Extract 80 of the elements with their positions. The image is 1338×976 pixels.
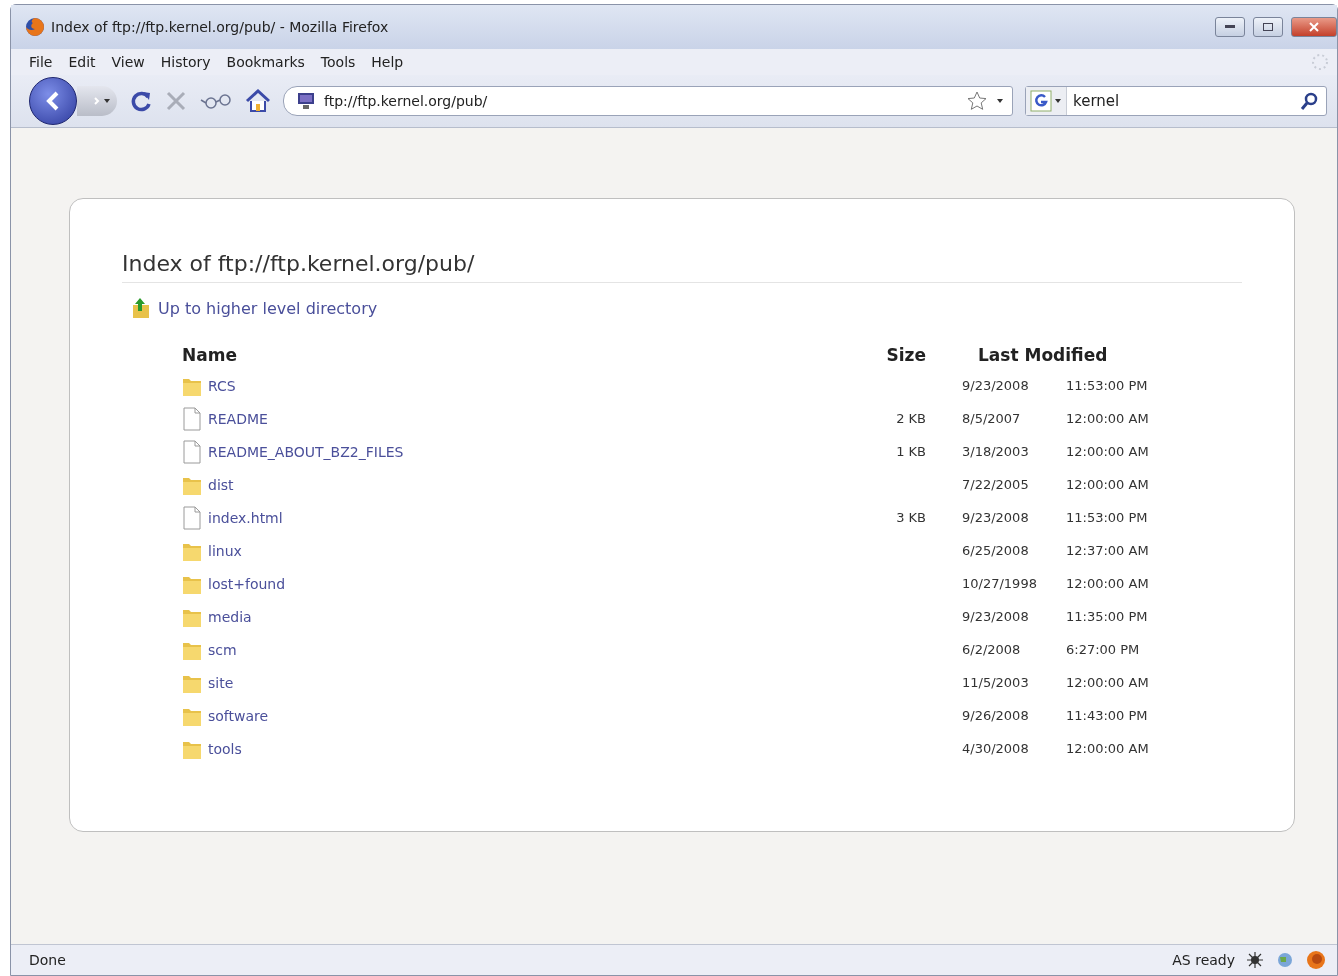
minimize-button[interactable] xyxy=(1215,17,1245,37)
minimize-icon xyxy=(1225,25,1235,29)
date-cell-text: 11/5/2003 xyxy=(962,675,1030,690)
file-link[interactable]: site xyxy=(208,674,234,691)
search-field[interactable]: kernel xyxy=(1025,86,1327,116)
page-heading: Index of ftp://ftp.kernel.org/pub/ xyxy=(122,251,1242,283)
status-text: Done xyxy=(29,952,67,968)
menu-item[interactable]: Help xyxy=(371,54,404,70)
date-cell-text: 9/23/2008 xyxy=(962,609,1030,624)
file-link[interactable]: tools xyxy=(208,740,242,757)
caret-icon[interactable] xyxy=(1054,98,1062,104)
column-header: Name xyxy=(182,345,238,367)
time-cell-text: 11:43:00 PM xyxy=(1066,708,1149,723)
g-logo-icon[interactable] xyxy=(1030,90,1052,112)
time-cell-text: 11:53:00 PM xyxy=(1066,378,1149,393)
maximize-button[interactable] xyxy=(1253,17,1283,37)
column-header: Size xyxy=(885,345,927,367)
file-link[interactable]: index.html xyxy=(208,509,283,526)
star-icon[interactable] xyxy=(966,90,988,112)
file-link[interactable]: media xyxy=(208,608,252,625)
menu-item[interactable]: View xyxy=(111,54,145,70)
url-text: ftp://ftp.kernel.org/pub/ xyxy=(324,93,489,109)
menu-item[interactable]: Tools xyxy=(320,54,356,70)
menu-item[interactable]: Bookmarks xyxy=(226,54,305,70)
close-button[interactable] xyxy=(1291,17,1337,37)
firefox-logo-icon xyxy=(25,17,45,37)
time-cell-text: 11:35:00 PM xyxy=(1066,609,1149,624)
throbber-icon xyxy=(1311,53,1329,71)
time-cell-text: 6:27:00 PM xyxy=(1066,642,1141,657)
address-bar[interactable]: ftp://ftp.kernel.org/pub/ xyxy=(283,86,1013,116)
maximize-icon xyxy=(1263,23,1273,31)
search-icon[interactable] xyxy=(1300,91,1320,111)
home-icon[interactable] xyxy=(245,89,271,113)
date-cell-text: 10/27/1998 xyxy=(962,576,1038,591)
time-cell-text: 12:00:00 AM xyxy=(1066,675,1150,690)
file-link[interactable]: RCS xyxy=(208,377,236,394)
time-cell-text: 12:00:00 AM xyxy=(1066,477,1150,492)
menu-item[interactable]: File xyxy=(29,54,53,70)
reload-icon[interactable] xyxy=(129,89,153,113)
size-cell-text: 2 KB xyxy=(895,411,927,426)
close-icon xyxy=(1309,22,1319,32)
file-icon xyxy=(182,505,202,530)
forward-caret-icon xyxy=(93,97,111,105)
file-link[interactable]: software xyxy=(208,707,269,724)
menu-item[interactable]: Edit xyxy=(68,54,96,70)
file-link[interactable]: README_ABOUT_BZ2_FILES xyxy=(208,443,404,460)
date-cell-text: 6/2/2008 xyxy=(962,642,1022,657)
column-header: Last Modified xyxy=(977,345,1109,367)
date-cell-text: 3/18/2003 xyxy=(962,444,1030,459)
monitor-icon xyxy=(296,91,316,111)
time-cell-text: 12:00:00 AM xyxy=(1066,444,1150,459)
folder-up-icon xyxy=(130,297,152,319)
time-cell-text: 12:00:00 AM xyxy=(1066,411,1150,426)
back-button[interactable] xyxy=(29,77,77,125)
date-cell-text: 4/30/2008 xyxy=(962,741,1030,756)
date-cell-text: 6/25/2008 xyxy=(962,543,1030,558)
file-link[interactable]: linux xyxy=(208,542,242,559)
file-link[interactable]: scm xyxy=(208,641,237,658)
up-link[interactable]: Up to higher level directory xyxy=(158,298,378,318)
window-title: Index of ftp://ftp.kernel.org/pub/ - Mozilla Firefox xyxy=(51,19,390,35)
caret-icon[interactable] xyxy=(996,98,1004,104)
search-text: kernel xyxy=(1072,92,1121,110)
date-cell-text: 7/22/2005 xyxy=(962,477,1030,492)
time-cell-text: 12:37:00 AM xyxy=(1066,543,1150,558)
size-cell-text: 1 KB xyxy=(895,444,927,459)
size-cell-text: 3 KB xyxy=(895,510,927,525)
time-cell-text: 11:53:00 PM xyxy=(1066,510,1149,525)
menu-item[interactable]: History xyxy=(160,54,211,70)
date-cell-text: 9/23/2008 xyxy=(962,510,1030,525)
date-cell-text: 8/5/2007 xyxy=(962,411,1022,426)
status-text: AS ready xyxy=(1172,952,1235,968)
file-icon xyxy=(182,406,202,431)
file-icon xyxy=(182,439,202,464)
file-link[interactable]: dist xyxy=(208,476,234,493)
file-link[interactable]: lost+found xyxy=(208,575,286,592)
file-link[interactable]: README xyxy=(208,410,268,427)
time-cell-text: 12:00:00 AM xyxy=(1066,576,1150,591)
time-cell-text: 12:00:00 AM xyxy=(1066,741,1150,756)
date-cell-text: 9/23/2008 xyxy=(962,378,1030,393)
date-cell-text: 9/26/2008 xyxy=(962,708,1030,723)
